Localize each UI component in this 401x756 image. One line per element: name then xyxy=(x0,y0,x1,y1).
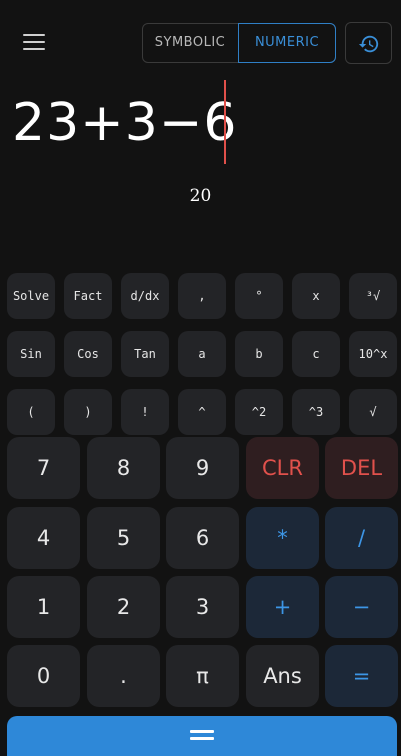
key-fact[interactable]: Fact xyxy=(64,273,112,319)
key-tan[interactable]: Tan xyxy=(121,331,169,377)
result-preview: 20 xyxy=(189,186,212,206)
key-minus[interactable]: − xyxy=(325,576,398,638)
key-power[interactable]: ^ xyxy=(178,389,226,435)
hamburger-menu-icon[interactable] xyxy=(23,33,45,51)
key-clear[interactable]: CLR xyxy=(246,437,319,499)
key-equals[interactable]: = xyxy=(325,645,398,707)
key-ans[interactable]: Ans xyxy=(246,645,319,707)
evaluate-bar[interactable] xyxy=(7,716,397,756)
key-3[interactable]: 3 xyxy=(166,576,239,638)
key-9[interactable]: 9 xyxy=(166,437,239,499)
key-divide[interactable]: / xyxy=(325,507,398,569)
key-b[interactable]: b xyxy=(235,331,283,377)
key-square[interactable]: ^2 xyxy=(235,389,283,435)
key-ten-power[interactable]: 10^x xyxy=(349,331,397,377)
key-a[interactable]: a xyxy=(178,331,226,377)
key-decimal[interactable]: . xyxy=(87,645,160,707)
key-1[interactable]: 1 xyxy=(7,576,80,638)
expression-input[interactable]: 23+3−6 xyxy=(12,88,237,158)
key-pi[interactable]: π xyxy=(166,645,239,707)
key-plus[interactable]: + xyxy=(246,576,319,638)
key-0[interactable]: 0 xyxy=(7,645,80,707)
key-7[interactable]: 7 xyxy=(7,437,80,499)
mode-symbolic-button[interactable]: SYMBOLIC xyxy=(142,23,238,63)
key-cube[interactable]: ^3 xyxy=(292,389,340,435)
key-8[interactable]: 8 xyxy=(87,437,160,499)
history-icon xyxy=(358,35,379,53)
history-button[interactable] xyxy=(345,22,392,64)
key-close-paren[interactable]: ) xyxy=(64,389,112,435)
key-4[interactable]: 4 xyxy=(7,507,80,569)
key-comma[interactable]: , xyxy=(178,273,226,319)
equals-icon xyxy=(190,730,214,733)
key-derivative[interactable]: d/dx xyxy=(121,273,169,319)
key-solve[interactable]: Solve xyxy=(7,273,55,319)
key-delete[interactable]: DEL xyxy=(325,437,398,499)
key-6[interactable]: 6 xyxy=(166,507,239,569)
key-factorial[interactable]: ! xyxy=(121,389,169,435)
key-sin[interactable]: Sin xyxy=(7,331,55,377)
key-open-paren[interactable]: ( xyxy=(7,389,55,435)
key-cube-root[interactable]: ³√ xyxy=(349,273,397,319)
key-2[interactable]: 2 xyxy=(87,576,160,638)
text-cursor xyxy=(224,80,226,164)
key-multiply[interactable]: * xyxy=(246,507,319,569)
key-5[interactable]: 5 xyxy=(87,507,160,569)
key-square-root[interactable]: √ xyxy=(349,389,397,435)
key-degree[interactable]: ° xyxy=(235,273,283,319)
key-x[interactable]: x xyxy=(292,273,340,319)
key-cos[interactable]: Cos xyxy=(64,331,112,377)
mode-numeric-button[interactable]: NUMERIC xyxy=(238,23,336,63)
mode-toggle: SYMBOLIC NUMERIC xyxy=(142,23,336,63)
key-c[interactable]: c xyxy=(292,331,340,377)
